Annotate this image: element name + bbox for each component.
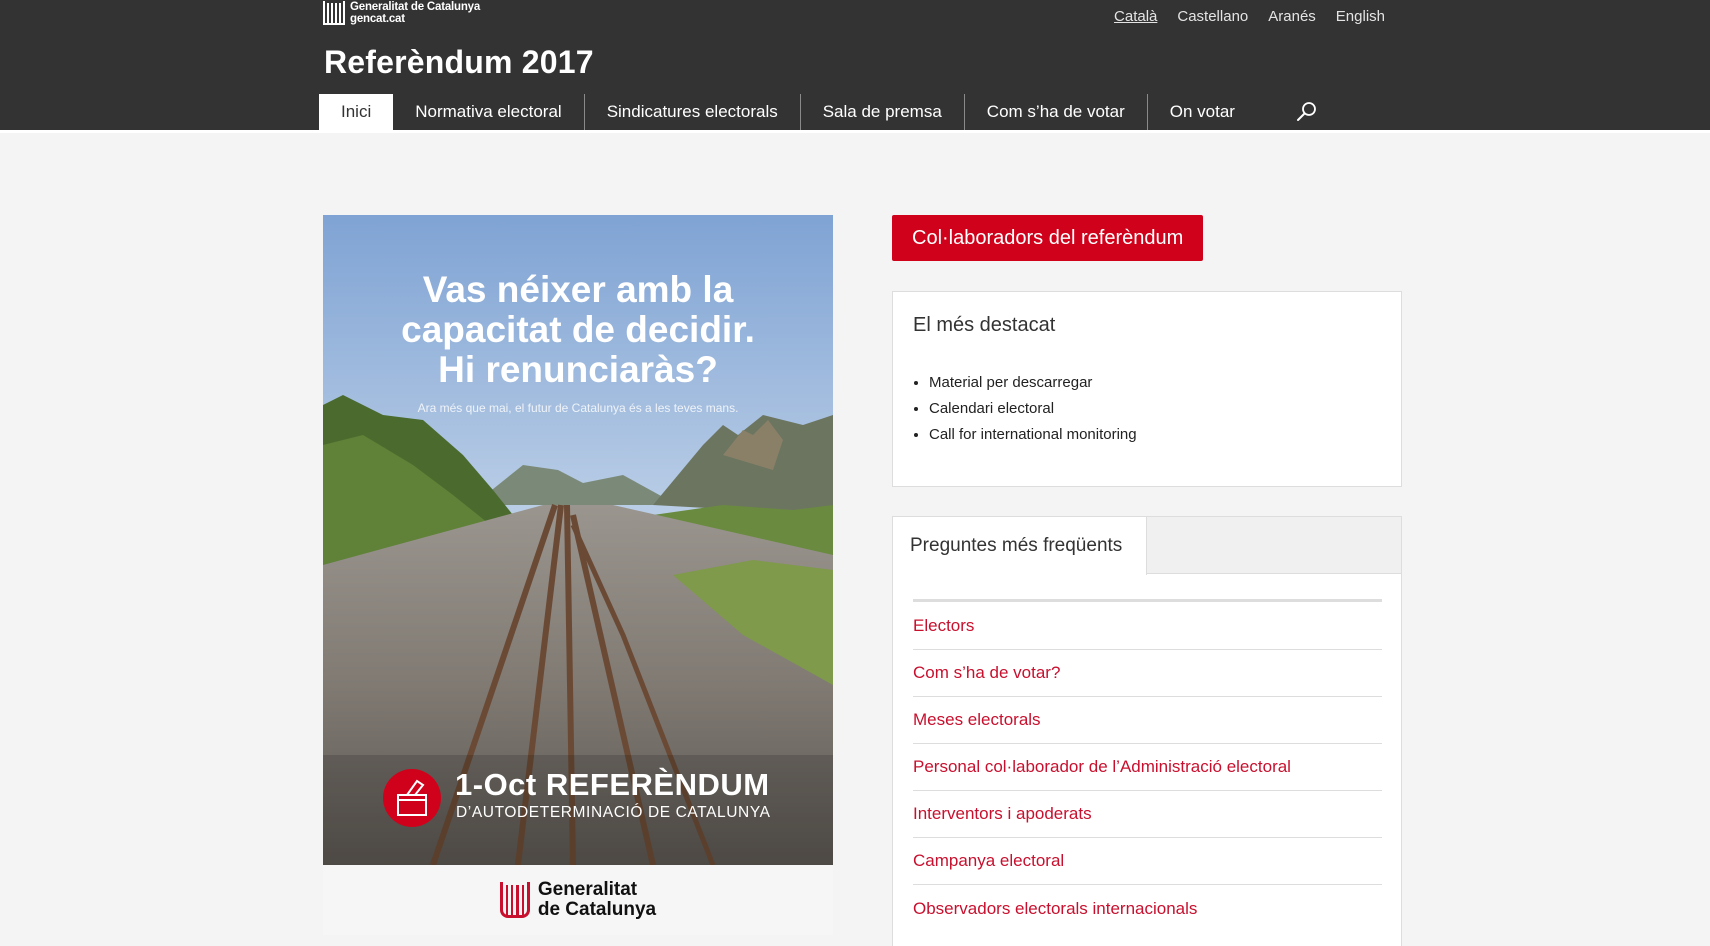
poster-headline-line2: capacitat de decidir. [401,309,755,350]
ballot-box-icon [383,769,441,827]
nav-item-sindicatures-electorals[interactable]: Sindicatures electorals [585,94,801,130]
gencat-logo[interactable]: Generalitat de Catalunya gencat.cat [323,0,480,26]
featured-item-calendari[interactable]: Calendari electoral [929,396,1137,422]
faq-link-electors[interactable]: Electors [913,603,1382,650]
nav-item-com-sha-de-votar[interactable]: Com s’ha de votar [965,94,1148,130]
faq-link-observadors[interactable]: Observadors electorals internacionals [913,885,1382,932]
nav-item-inici[interactable]: Inici [319,94,394,130]
faq-link-interventors[interactable]: Interventors i apoderats [913,791,1382,838]
faq-box: Preguntes més freqüents Electors Com s’h… [892,516,1402,946]
nav-item-normativa-electoral[interactable]: Normativa electoral [393,94,585,130]
lang-catala[interactable]: Català [1114,8,1157,25]
faq-link-com-votar[interactable]: Com s’ha de votar? [913,650,1382,697]
poster-referendum-title: 1-Oct REFERÈNDUM [455,767,770,802]
poster-subtitle: Ara més que mai, el futur de Catalunya é… [417,401,739,415]
poster-headline-line3: Hi renunciaràs? [438,349,718,390]
catalan-crest-icon [323,1,345,25]
collaborators-button[interactable]: Col·laboradors del referèndum [892,215,1204,261]
poster-referendum-subtitle: D’AUTODETERMINACIÓ DE CATALUNYA [456,804,771,821]
featured-title: El més destacat [913,314,1056,336]
poster-brand: Generalitat de Catalunya [538,880,656,920]
featured-item-material[interactable]: Material per descarregar [929,370,1137,396]
header-divider [0,130,1710,133]
site-header: Generalitat de Catalunya gencat.cat Cata… [0,0,1710,130]
faq-divider [913,599,1382,602]
nav-item-sala-de-premsa[interactable]: Sala de premsa [801,94,965,130]
featured-list: Material per descarregar Calendari elect… [929,370,1137,448]
gencat-logo-line1: Generalitat de Catalunya [350,1,481,13]
featured-box: El més destacat Material per descarregar… [892,291,1402,487]
poster-footer: Generalitat de Catalunya [323,865,833,935]
lang-english[interactable]: English [1336,8,1385,25]
faq-list: Electors Com s’ha de votar? Meses electo… [913,603,1382,932]
gencat-logo-line2: gencat.cat [350,13,405,25]
featured-item-international-monitoring[interactable]: Call for international monitoring [929,422,1137,448]
poster-brand-line1: Generalitat [537,879,638,900]
poster-brand-line2: de Catalunya [537,899,657,920]
gencat-logo-text: Generalitat de Catalunya gencat.cat [350,1,480,25]
referendum-poster[interactable]: Vas néixer amb la capacitat de decidir. … [323,215,833,935]
faq-link-campanya[interactable]: Campanya electoral [913,838,1382,885]
faq-link-meses-electorals[interactable]: Meses electorals [913,697,1382,744]
poster-photo: Vas néixer amb la capacitat de decidir. … [323,215,833,865]
search-icon[interactable] [1295,100,1319,124]
generalitat-crest-icon [499,882,530,918]
tab-faq[interactable]: Preguntes més freqüents [893,517,1147,575]
poster-headline: Vas néixer amb la capacitat de decidir. … [323,270,833,390]
faq-link-personal-collaborador[interactable]: Personal col·laborador de l’Administraci… [913,744,1382,791]
lang-aranes[interactable]: Aranés [1268,8,1316,25]
site-title[interactable]: Referèndum 2017 [324,44,594,81]
poster-headline-line1: Vas néixer amb la [422,269,734,310]
language-selector: Català Castellano Aranés English [1114,8,1385,25]
main-nav: Inici Normativa electoral Sindicatures e… [319,94,1257,130]
nav-item-on-votar[interactable]: On votar [1148,94,1257,130]
lang-castellano[interactable]: Castellano [1177,8,1248,25]
